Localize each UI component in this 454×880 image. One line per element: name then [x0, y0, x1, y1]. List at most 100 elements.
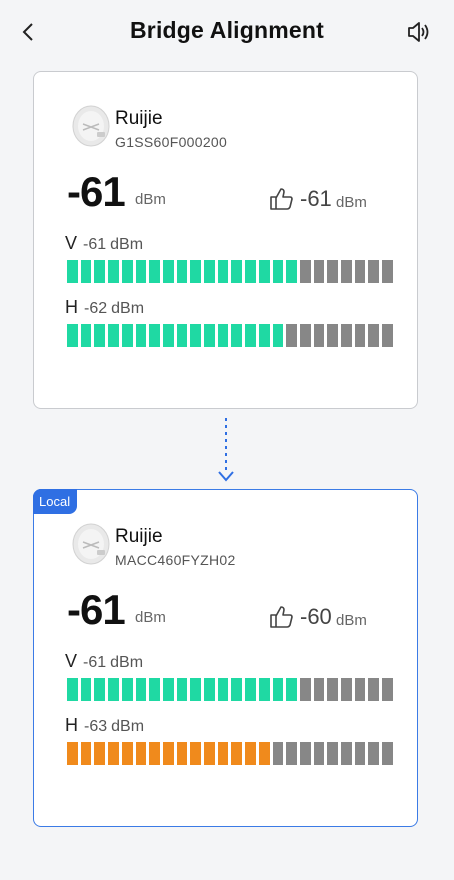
signal-segment: [176, 324, 188, 347]
bridge-device-icon: [69, 522, 113, 566]
vertical-signal-bar: [67, 678, 393, 701]
signal-segment: [286, 260, 297, 283]
horizontal-signal-label: H -63 dBm: [65, 715, 145, 735]
vertical-signal-label: V -61 dBm: [65, 233, 144, 253]
signal-segment: [204, 742, 215, 765]
signal-segment: [67, 260, 78, 283]
signal-segment: [204, 678, 215, 701]
signal-segment: [286, 678, 297, 701]
vertical-signal-bar: [67, 260, 393, 283]
signal-segment: [162, 260, 174, 283]
signal-segment: [94, 678, 106, 701]
signal-segment: [94, 260, 106, 283]
signal-segment: [313, 678, 325, 701]
signal-segment: [108, 324, 119, 347]
signal-segment: [341, 678, 352, 701]
bridge-device-icon: [69, 104, 113, 148]
horizontal-signal-bar: [67, 742, 393, 765]
signal-segment: [135, 678, 147, 701]
signal-segment: [204, 260, 215, 283]
signal-segment: [190, 742, 202, 765]
signal-segment: [258, 678, 270, 701]
signal-segment: [245, 324, 256, 347]
signal-segment: [108, 742, 119, 765]
signal-segment: [149, 742, 160, 765]
signal-segment: [67, 324, 78, 347]
signal-segment: [149, 260, 160, 283]
signal-segment: [327, 678, 339, 701]
signal-segment: [217, 324, 229, 347]
signal-segment: [313, 324, 325, 347]
signal-segment: [190, 324, 202, 347]
signal-segment: [231, 324, 243, 347]
signal-segment: [313, 260, 325, 283]
signal-segment: [80, 324, 92, 347]
signal-segment: [217, 678, 229, 701]
link-arrow-icon: [218, 418, 234, 482]
signal-segment: [368, 678, 380, 701]
signal-segment: [176, 742, 188, 765]
signal-segment: [341, 742, 352, 765]
signal-segment: [354, 742, 366, 765]
signal-segment: [354, 324, 366, 347]
signal-segment: [245, 742, 256, 765]
signal-segment: [272, 742, 284, 765]
signal-segment: [382, 742, 393, 765]
signal-segment: [313, 742, 325, 765]
signal-segment: [149, 324, 160, 347]
signal-segment: [341, 324, 352, 347]
signal-segment: [108, 678, 119, 701]
signal-segment: [382, 324, 393, 347]
speaker-icon: [408, 22, 429, 42]
rssi-value: -61: [67, 168, 126, 215]
horizontal-signal-bar: [67, 324, 393, 347]
signal-segment: [80, 678, 92, 701]
signal-segment: [176, 260, 188, 283]
rssi-unit: dBm: [135, 191, 166, 208]
device-serial: G1SS60F000200: [115, 134, 228, 150]
local-badge: Local: [33, 489, 78, 514]
signal-segment: [204, 324, 215, 347]
device-name: Ruijie: [115, 526, 163, 547]
signal-segment: [94, 324, 106, 347]
signal-segment: [80, 260, 92, 283]
signal-segment: [299, 324, 311, 347]
signal-segment: [149, 678, 160, 701]
signal-segment: [299, 260, 311, 283]
signal-segment: [162, 324, 174, 347]
rssi-value: -61: [67, 586, 126, 633]
signal-segment: [231, 742, 243, 765]
signal-segment: [327, 260, 339, 283]
signal-segment: [108, 260, 119, 283]
signal-segment: [121, 678, 133, 701]
sound-button[interactable]: [406, 20, 432, 44]
signal-segment: [231, 678, 243, 701]
signal-segment: [382, 260, 393, 283]
device-serial: MACC460FYZH02: [115, 552, 236, 568]
signal-segment: [217, 260, 229, 283]
remote-device-card: Ruijie G1SS60F000200 -61 dBm -61 dBm V -6…: [33, 71, 418, 409]
signal-segment: [162, 742, 174, 765]
signal-segment: [135, 260, 147, 283]
signal-segment: [299, 678, 311, 701]
signal-segment: [231, 260, 243, 283]
signal-segment: [80, 742, 92, 765]
signal-segment: [135, 742, 147, 765]
signal-segment: [162, 678, 174, 701]
signal-segment: [368, 742, 380, 765]
signal-segment: [121, 260, 133, 283]
signal-segment: [368, 260, 380, 283]
signal-segment: [272, 260, 284, 283]
thumbs-up-icon: [268, 186, 294, 212]
signal-segment: [327, 742, 339, 765]
app-header: Bridge Alignment: [0, 0, 454, 64]
signal-segment: [245, 678, 256, 701]
rssi-unit: dBm: [135, 609, 166, 626]
signal-segment: [245, 260, 256, 283]
signal-segment: [354, 260, 366, 283]
device-name: Ruijie: [115, 108, 163, 129]
peer-rssi-unit: dBm: [336, 194, 367, 211]
signal-segment: [94, 742, 106, 765]
signal-segment: [327, 324, 339, 347]
signal-segment: [286, 324, 297, 347]
